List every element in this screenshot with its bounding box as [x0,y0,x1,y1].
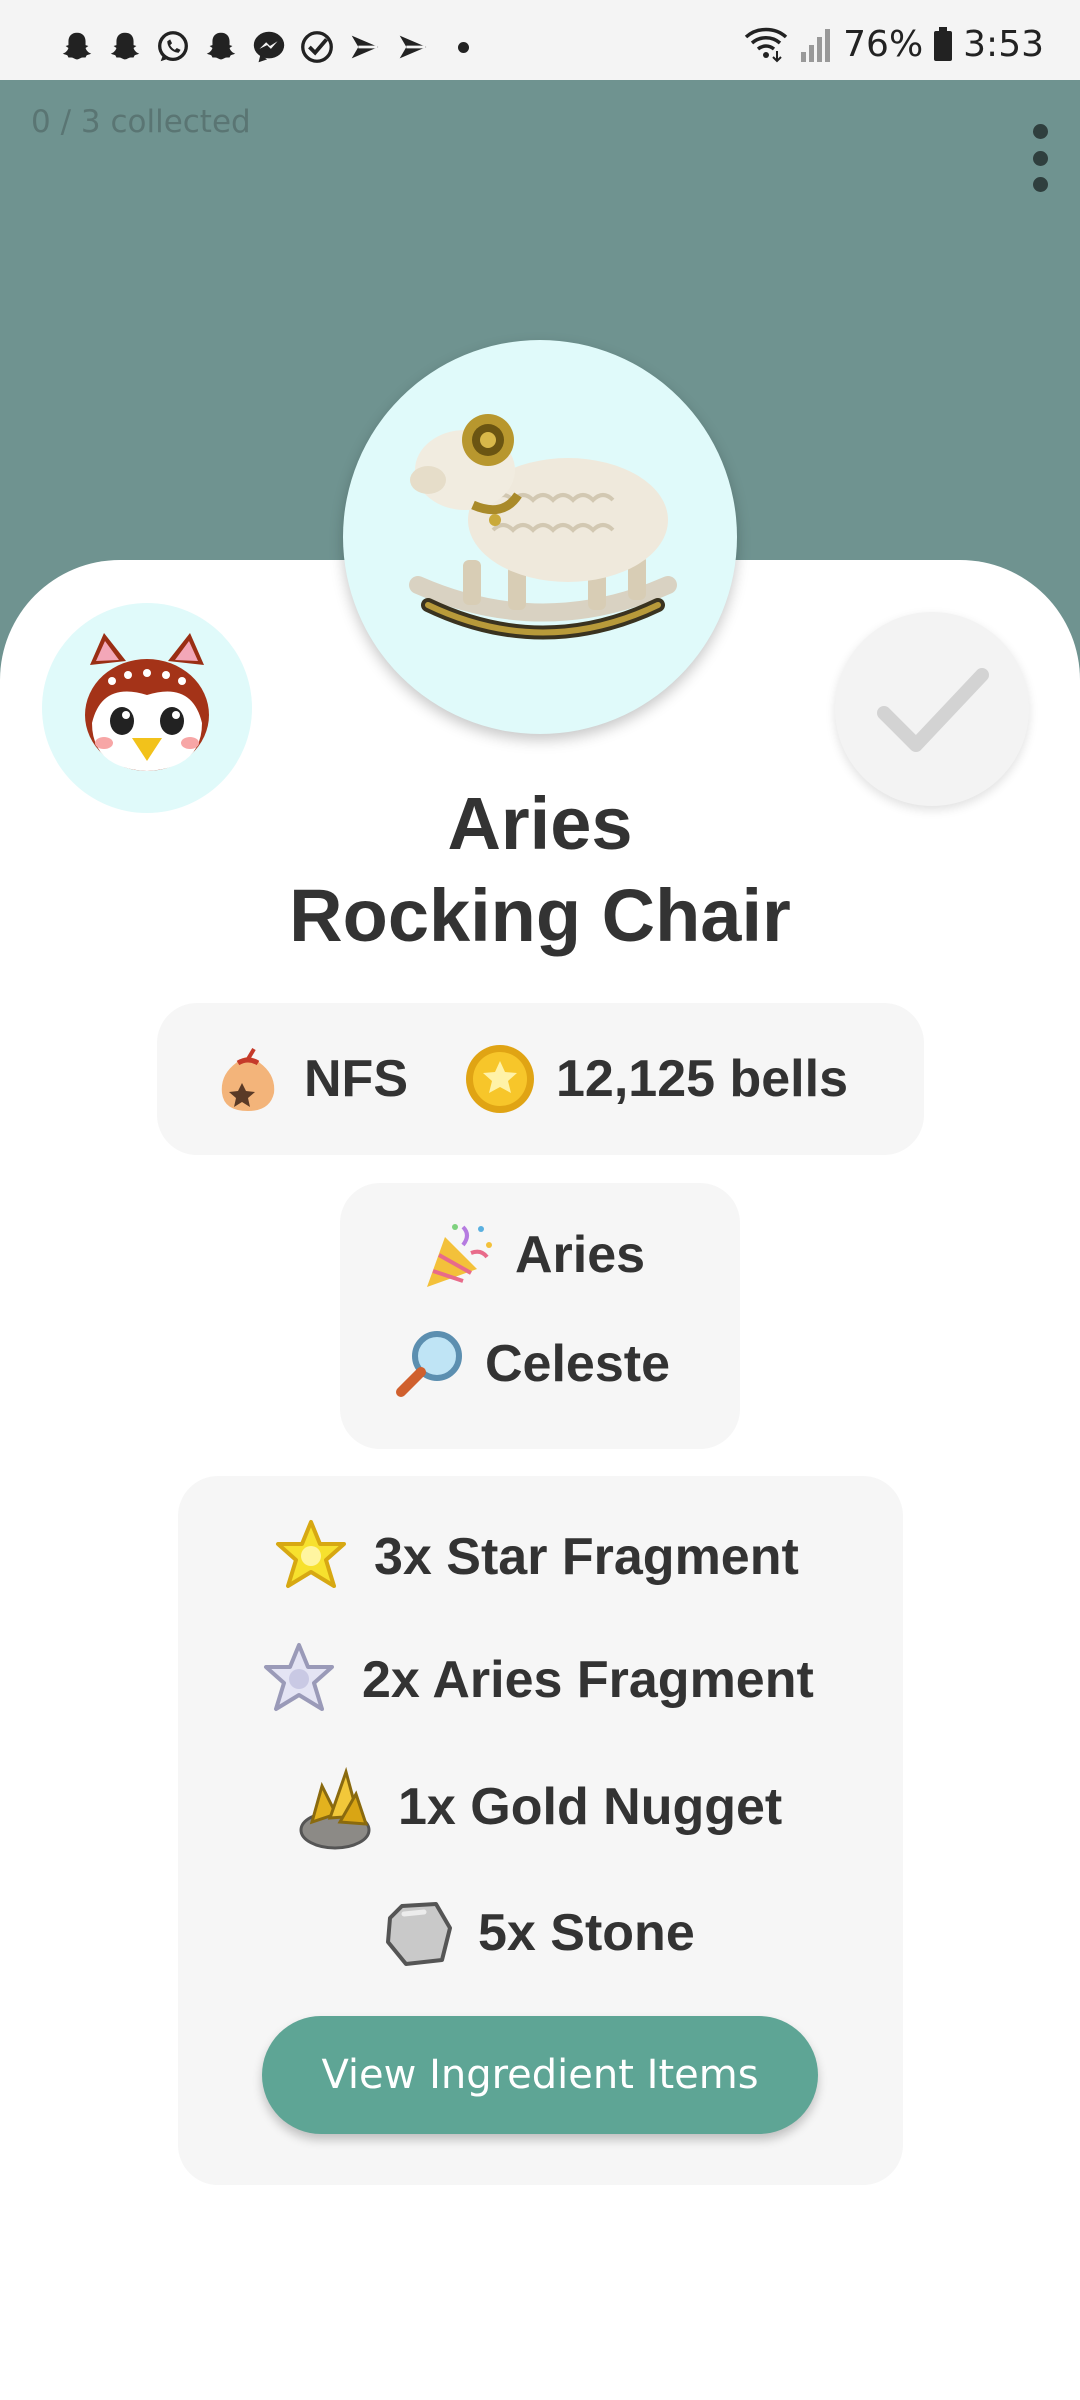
star-fragment-icon [276,1520,346,1588]
play-store-icon [351,35,379,59]
npc-source-label: Celeste [485,1335,670,1393]
signal-icon [801,29,831,62]
bell-coin-icon [466,1045,534,1113]
notification-icons [58,28,469,66]
event-source: Aries [423,1219,645,1291]
ingredient-row: 5x Stone [384,1894,695,1972]
snapchat-icon [110,32,140,60]
battery-percent: 76% [843,23,924,65]
npc-source: Celeste [393,1328,670,1400]
menu-dot-icon [1032,177,1048,192]
snapchat-icon [206,32,236,60]
sell-price-label: 12,125 bells [556,1050,848,1108]
messenger-icon [253,31,285,63]
menu-dot-icon [1032,150,1048,166]
source-panel: Aries Celeste [340,1183,740,1449]
battery-icon [934,27,953,61]
view-ingredient-items-button[interactable]: View Ingredient Items [262,2016,818,2134]
wifi-icon [744,27,788,63]
item-image [343,340,737,734]
buy-price-label: NFS [304,1050,408,1108]
ingredient-label: 5x Stone [478,1904,695,1962]
item-title-line1: Aries [447,782,633,865]
aries-rocking-chair-icon [409,414,677,640]
ingredient-label: 2x Aries Fragment [362,1651,814,1709]
play-store-icon [399,35,427,59]
collected-count: 0 / 3 collected [31,104,251,140]
ingredient-row: 1x Gold Nugget [296,1764,782,1850]
buy-price: NFS [212,1043,408,1115]
sell-price: 12,125 bells [464,1043,848,1115]
bell-bag-icon [221,1047,275,1111]
check-circle-icon [301,31,333,63]
ingredient-label: 1x Gold Nugget [398,1778,783,1836]
price-panel: NFS 12,125 bells [157,1003,924,1155]
ingredient-label: 3x Star Fragment [374,1528,799,1586]
system-status: 76% 3:53 [743,22,1044,66]
checkmark-icon [877,668,989,752]
collected-toggle-button[interactable] [835,612,1029,806]
event-source-label: Aries [515,1226,646,1284]
item-title-line2: Rocking Chair [289,874,791,957]
snapchat-icon [62,32,92,60]
aries-fragment-icon [264,1643,334,1711]
clock: 3:53 [963,23,1044,65]
item-title: Aries Rocking Chair [0,778,1080,962]
overflow-menu-button[interactable] [1022,124,1058,192]
whatsapp-icon [158,31,188,62]
gold-nugget-icon [299,1766,371,1850]
ingredient-row: 2x Aries Fragment [260,1641,814,1719]
ingredient-row: 3x Star Fragment [272,1518,799,1596]
stone-icon [386,1902,452,1966]
magnifying-glass-icon [396,1331,462,1397]
menu-dot-icon [1032,124,1048,139]
party-popper-icon [427,1224,492,1287]
status-bar: 76% 3:53 [0,0,1080,80]
more-notifications-dot [458,41,469,53]
